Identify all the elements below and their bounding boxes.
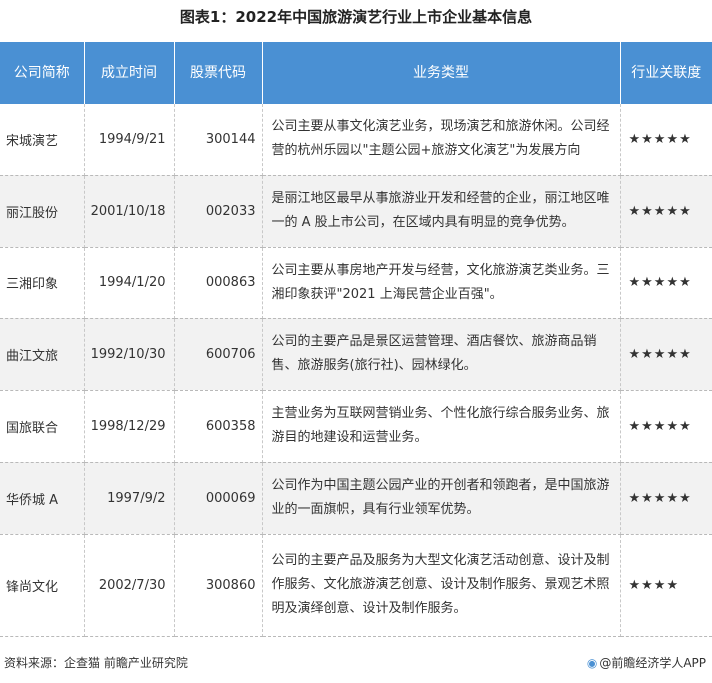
company-name-cell: 三湘印象 [0,247,85,319]
company-name-cell: 国旅联合 [0,390,85,463]
founded-date-cell: 1998/12/29 [84,390,175,463]
footer: 资料来源：企查猫 前瞻产业研究院 ◉ @前瞻经济学人APP [0,654,712,670]
company-info-table: 公司简称 成立时间 股票代码 业务类型 行业关联度 宋城演艺 1994/9/21… [0,42,712,637]
business-type-cell: 公司的主要产品及服务为大型文化演艺活动创意、设计及制作服务、文化旅游演艺创意、设… [262,534,621,637]
stock-code-cell: 300144 [174,104,263,176]
founded-date-cell: 1992/10/30 [84,318,175,391]
chart-title: 图表1：2022年中国旅游演艺行业上市企业基本信息 [179,8,533,26]
relevance-rating-cell: ★★★★★ [620,247,712,319]
company-name-cell: 华侨城 A [0,462,85,535]
brand-logo-icon: ◉ [586,656,598,670]
stock-code-cell: 000863 [174,247,263,319]
header-business-type: 业务类型 [262,42,621,104]
company-name-cell: 曲江文旅 [0,318,85,391]
stock-code-cell: 600706 [174,318,263,391]
header-stock-code: 股票代码 [174,42,263,104]
brand-credit-text: @前瞻经济学人APP [599,656,706,670]
business-type-cell: 是丽江地区最早从事旅游业开发和经营的企业，丽江地区唯一的 A 股上市公司，在区域… [262,175,621,248]
company-name-cell: 锋尚文化 [0,534,85,637]
stock-code-cell: 002033 [174,175,263,248]
source-note: 资料来源：企查猫 前瞻产业研究院 [4,656,188,670]
stock-code-cell: 300860 [174,534,263,637]
relevance-rating-cell: ★★★★★ [620,175,712,248]
table-row: 华侨城 A 1997/9/2 000069 公司作为中国主题公园产业的开创者和领… [0,462,712,535]
founded-date-cell: 1994/9/21 [84,104,175,176]
founded-date-cell: 1997/9/2 [84,462,175,535]
table-header-row: 公司简称 成立时间 股票代码 业务类型 行业关联度 [0,42,712,104]
header-relevance: 行业关联度 [620,42,712,104]
table-row: 三湘印象 1994/1/20 000863 公司主要从事房地产开发与经营，文化旅… [0,247,712,319]
founded-date-cell: 2001/10/18 [84,175,175,248]
founded-date-cell: 2002/7/30 [84,534,175,637]
brand-credit: ◉ @前瞻经济学人APP [587,654,706,671]
stock-code-cell: 000069 [174,462,263,535]
table-row: 曲江文旅 1992/10/30 600706 公司的主要产品是景区运营管理、酒店… [0,318,712,391]
company-name-cell: 宋城演艺 [0,104,85,176]
relevance-rating-cell: ★★★★★ [620,104,712,176]
table-row: 国旅联合 1998/12/29 600358 主营业务为互联网营销业务、个性化旅… [0,390,712,463]
business-type-cell: 公司作为中国主题公园产业的开创者和领跑者，是中国旅游业的一面旗帜，具有行业领军优… [262,462,621,535]
founded-date-cell: 1994/1/20 [84,247,175,319]
header-company-name: 公司简称 [0,42,85,104]
business-type-cell: 主营业务为互联网营销业务、个性化旅行综合服务业务、旅游目的地建设和运营业务。 [262,390,621,463]
relevance-rating-cell: ★★★★★ [620,390,712,463]
business-type-cell: 公司主要从事房地产开发与经营，文化旅游演艺类业务。三湘印象获评"2021 上海民… [262,247,621,319]
stock-code-cell: 600358 [174,390,263,463]
table-row: 宋城演艺 1994/9/21 300144 公司主要从事文化演艺业务，现场演艺和… [0,104,712,176]
relevance-rating-cell: ★★★★★ [620,462,712,535]
table-row: 丽江股份 2001/10/18 002033 是丽江地区最早从事旅游业开发和经营… [0,175,712,248]
table-row: 锋尚文化 2002/7/30 300860 公司的主要产品及服务为大型文化演艺活… [0,534,712,637]
header-founded-date: 成立时间 [84,42,175,104]
business-type-cell: 公司主要从事文化演艺业务，现场演艺和旅游休闲。公司经营的杭州乐园以"主题公园+旅… [262,104,621,176]
relevance-rating-cell: ★★★★★ [620,318,712,391]
company-name-cell: 丽江股份 [0,175,85,248]
relevance-rating-cell: ★★★★ [620,534,712,637]
business-type-cell: 公司的主要产品是景区运营管理、酒店餐饮、旅游商品销售、旅游服务(旅行社)、园林绿… [262,318,621,391]
